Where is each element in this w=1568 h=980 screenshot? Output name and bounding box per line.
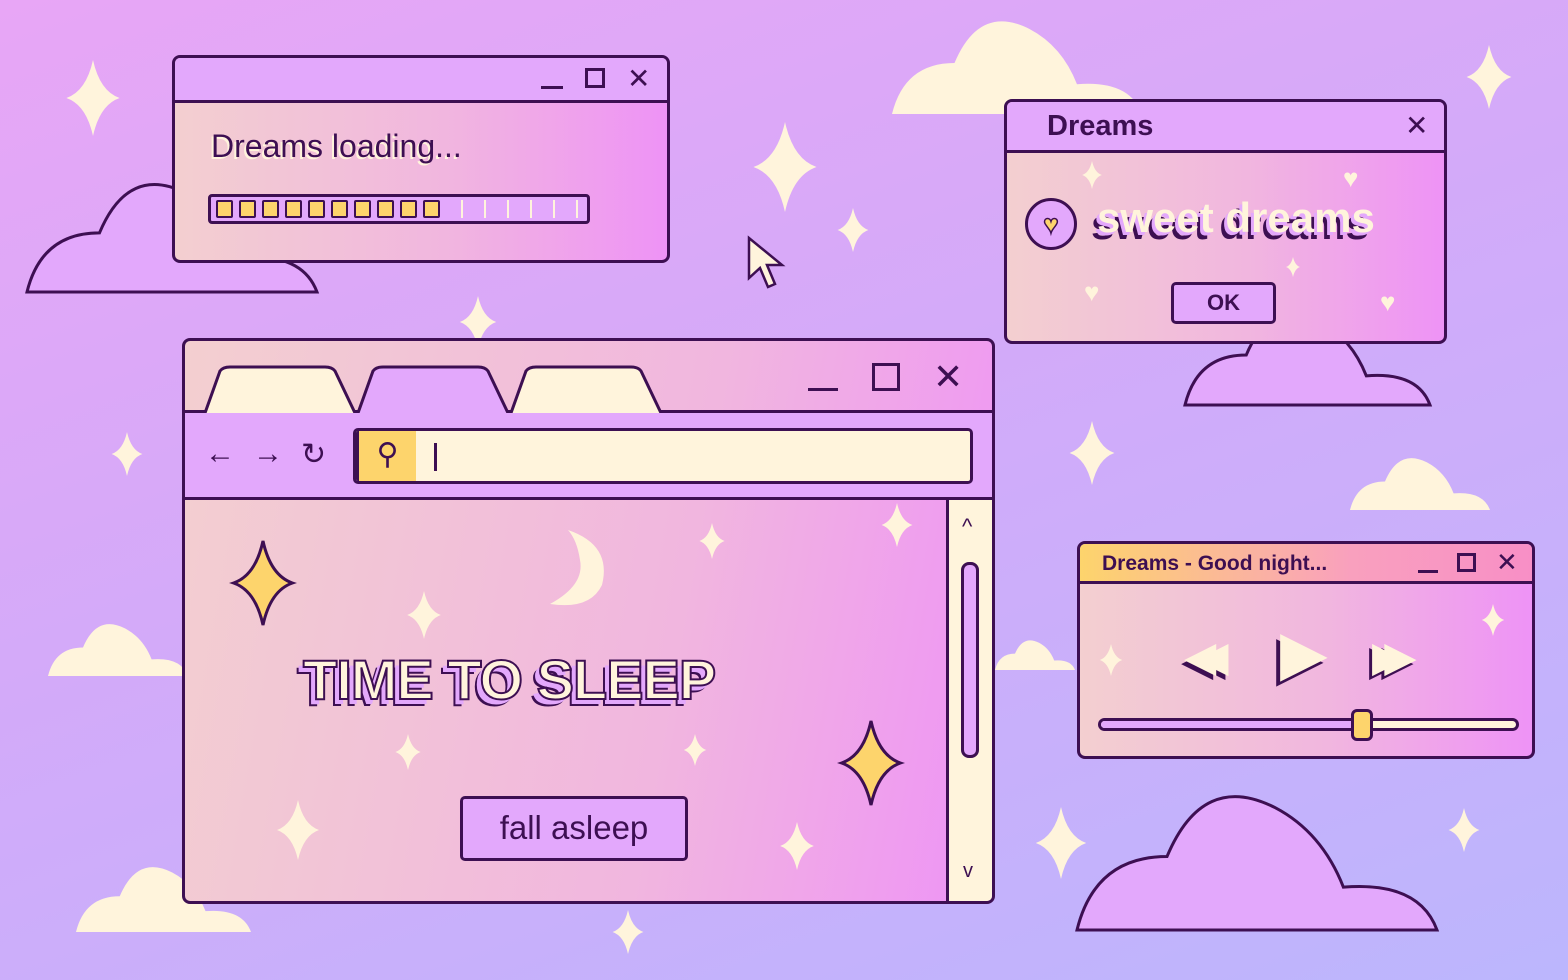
title-bar: Dreams - Good night... ✕ (1080, 544, 1532, 584)
player-title: Dreams - Good night... (1102, 552, 1328, 575)
sparkle-icon (1448, 808, 1480, 852)
cloud-icon (48, 624, 188, 676)
progress-segment-filled (423, 200, 440, 218)
close-button[interactable]: ✕ (1405, 112, 1428, 140)
scrollbar[interactable]: ^ v (946, 500, 992, 901)
sparkle-icon (753, 122, 817, 212)
progress-bar (208, 194, 590, 224)
tab[interactable] (203, 365, 357, 414)
loading-message: Dreams loading... (211, 128, 462, 164)
tab-active[interactable] (356, 365, 510, 414)
ok-button[interactable]: OK (1171, 282, 1276, 324)
toolbar: ← → ↻ ⚲ (185, 413, 992, 500)
dialog-message: sweet dreams (1097, 194, 1375, 241)
play-button[interactable]: ▶ (1280, 616, 1328, 689)
progress-segment-empty (469, 200, 486, 218)
title-bar: Dreams ✕ (1007, 102, 1444, 153)
progress-segment-filled (400, 200, 417, 218)
maximize-button[interactable] (585, 68, 605, 88)
title-bar: ✕ (175, 58, 667, 103)
sparkle-icon (837, 208, 869, 252)
progress-segment-filled (331, 200, 348, 218)
progress-segment-empty (492, 200, 509, 218)
browser-window: ✕ ← → ↻ ⚲ TIME TO SLEEP fall asleep ^ v (182, 338, 995, 904)
heart-icon: ♥ (1025, 198, 1077, 250)
media-player-window: Dreams - Good night... ✕ ◀◀ ▶ ▶▶ (1077, 541, 1535, 759)
progress-segment-filled (354, 200, 371, 218)
sparkle-icon (111, 432, 143, 476)
close-button[interactable]: ✕ (933, 359, 963, 395)
maximize-button[interactable] (1457, 553, 1476, 572)
forward-button[interactable]: → (253, 437, 283, 471)
sparkle-icon (612, 910, 644, 954)
headline: TIME TO SLEEP (302, 647, 717, 712)
tab[interactable] (509, 365, 663, 414)
maximize-button[interactable] (872, 363, 900, 391)
search-icon[interactable]: ⚲ (356, 431, 416, 481)
dialog-title: Dreams (1047, 110, 1154, 142)
sparkle-icon (66, 60, 120, 136)
address-bar[interactable]: ⚲ (353, 428, 973, 484)
address-input[interactable] (434, 443, 437, 471)
scroll-up-button[interactable]: ^ (962, 514, 972, 540)
progress-segment-filled (216, 200, 233, 218)
progress-segment-empty (446, 200, 463, 218)
playback-slider[interactable] (1098, 709, 1519, 741)
minimize-button[interactable] (808, 388, 838, 391)
cloud-icon (1350, 458, 1490, 510)
cloud-icon (995, 640, 1075, 670)
close-button[interactable]: ✕ (627, 65, 650, 93)
scroll-thumb[interactable] (961, 562, 979, 758)
sparkle-icon (1069, 421, 1115, 485)
cloud-icon (1075, 795, 1440, 932)
tab-strip (185, 341, 992, 414)
minimize-button[interactable] (541, 86, 563, 89)
cursor-icon (747, 235, 786, 289)
slider-fill (1101, 721, 1363, 728)
progress-segment-empty (538, 200, 555, 218)
progress-segment-filled (262, 200, 279, 218)
close-button[interactable]: ✕ (1496, 549, 1518, 575)
loading-window: ✕ Dreams loading... (172, 55, 670, 263)
progress-segment-filled (308, 200, 325, 218)
progress-segment-empty (561, 200, 578, 218)
reload-button[interactable]: ↻ (301, 437, 326, 472)
progress-segment-filled (377, 200, 394, 218)
back-button[interactable]: ← (205, 437, 235, 471)
dreams-dialog: Dreams ✕ ♥ sweet dreams OK (1004, 99, 1447, 344)
progress-segment-empty (515, 200, 532, 218)
scroll-down-button[interactable]: v (963, 860, 973, 883)
fall-asleep-button[interactable]: fall asleep (460, 796, 688, 861)
slider-thumb[interactable] (1351, 709, 1374, 741)
minimize-button[interactable] (1418, 570, 1438, 573)
fast-forward-button[interactable]: ▶▶ (1372, 632, 1416, 681)
rewind-button[interactable]: ◀◀ (1184, 632, 1228, 681)
progress-segment-filled (239, 200, 256, 218)
sparkle-icon (1035, 807, 1087, 879)
progress-segment-filled (285, 200, 302, 218)
sparkle-icon (1466, 45, 1512, 109)
